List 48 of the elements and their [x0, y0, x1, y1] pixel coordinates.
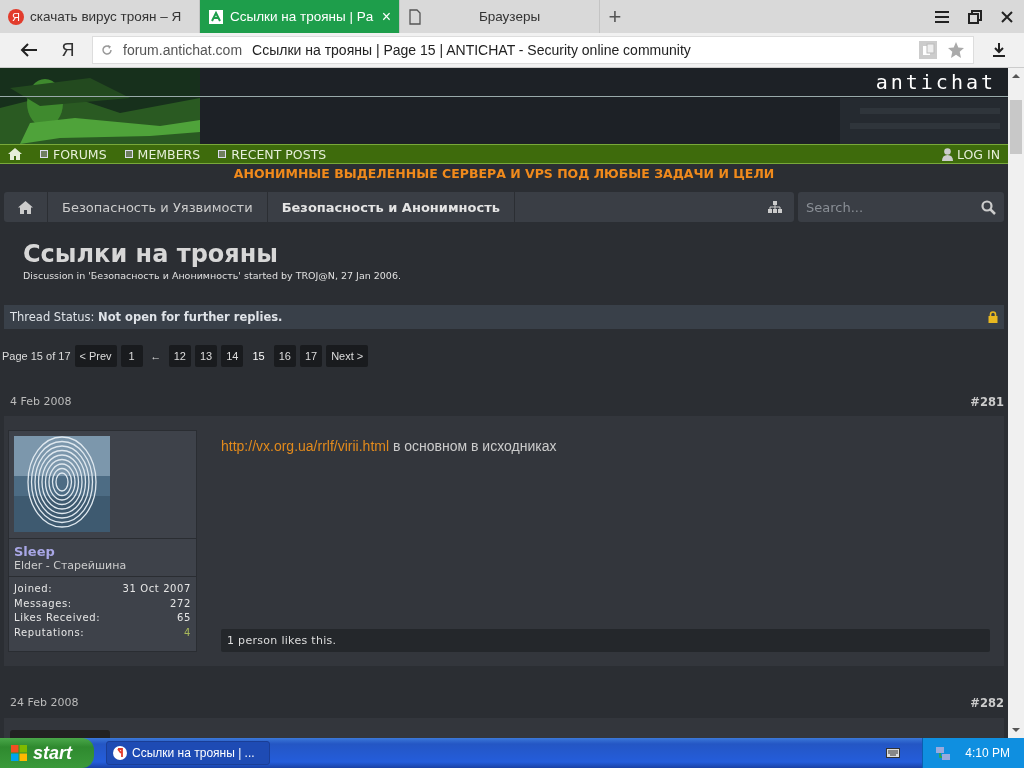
user-title: Elder - Старейшина [14, 559, 128, 572]
nav-link[interactable]: RECENT POSTS [218, 146, 327, 162]
stat-value: 4 [184, 626, 191, 638]
post-number[interactable]: #282 [970, 696, 1004, 710]
stat-value: 272 [170, 597, 191, 609]
site-logo: antichat [875, 70, 996, 94]
breadcrumb-link[interactable]: Безопасность и Уязвимости [48, 192, 268, 222]
thread-title: Ссылки на трояны [23, 240, 279, 268]
page-link[interactable]: 1 [120, 345, 143, 367]
post-number[interactable]: #281 [970, 395, 1004, 409]
page-link[interactable]: 15 [247, 345, 270, 367]
message-link[interactable]: http://vx.org.ua/rrlf/virii.html [221, 438, 390, 454]
taskbar-button[interactable]: Ссылки на трояны | ... [106, 741, 270, 765]
nav-link[interactable]: MEMBERS [124, 146, 201, 162]
thread-status: Thread Status: Not open for further replies. [10, 310, 283, 324]
post-date: 4 Feb 2008 [10, 395, 72, 409]
page-link[interactable]: 13 [194, 345, 218, 367]
login-link[interactable]: LOG IN [941, 146, 1000, 162]
username-link[interactable]: Sleep [14, 544, 196, 559]
page-link[interactable]: 17 [299, 345, 323, 367]
message-text: http://vx.org.ua/rrlf/virii.html в основном в исходниках [221, 438, 558, 456]
address-domain: forum.antichat.com [123, 42, 243, 58]
start-button[interactable]: start [0, 738, 94, 768]
page-link[interactable]: 12 [168, 345, 191, 367]
banner-link[interactable]: АНОНИМНЫЕ ВЫДЕЛЕННЫЕ СЕРВЕРА И VPS ПОД ЛЮБЫЕ ЗАДАЧИ И ЦЕЛИ [0, 164, 1008, 181]
stat-label: Joined: [14, 583, 53, 594]
home-button[interactable]: Я [48, 39, 88, 61]
stat-label: Likes Received: [14, 612, 101, 623]
page-link[interactable]: < Prev [74, 345, 117, 367]
likes-summary: 1 person likes this. [221, 629, 990, 652]
yandex-icon: Я [8, 8, 24, 25]
stat-label: Reputations: [14, 626, 85, 638]
nav-link[interactable]: FORUMS [40, 146, 107, 162]
page-title: Ссылки на трояны | Page 15 | ANTICHAT - Security online community [252, 42, 692, 58]
breadcrumb-link[interactable]: Безопасность и Анонимность [267, 192, 515, 222]
stat-value: 65 [177, 612, 191, 623]
post-date: 24 Feb 2008 [10, 696, 79, 710]
clock: 4:10 PM [965, 746, 1010, 760]
page-link[interactable]: 16 [273, 345, 296, 367]
page-link[interactable]: 14 [221, 345, 244, 367]
page-jump-link[interactable]: ← [146, 345, 165, 367]
thread-meta: Discussion in 'Безопасность и Анонимность' started by TROJ@N, 27 Jan 2006. [23, 270, 402, 281]
page-summary: Page 15 of 17 [2, 350, 71, 362]
address-field[interactable]: forum.antichat.com Ссылки на трояны | Page 15 | ANTICHAT - Security online community [92, 36, 974, 64]
stat-label: Messages: [14, 597, 72, 609]
new-tab-button[interactable]: + [600, 3, 630, 30]
page-link[interactable]: Next > [326, 345, 369, 367]
stat-value: 31 Oct 2007 [122, 583, 191, 594]
